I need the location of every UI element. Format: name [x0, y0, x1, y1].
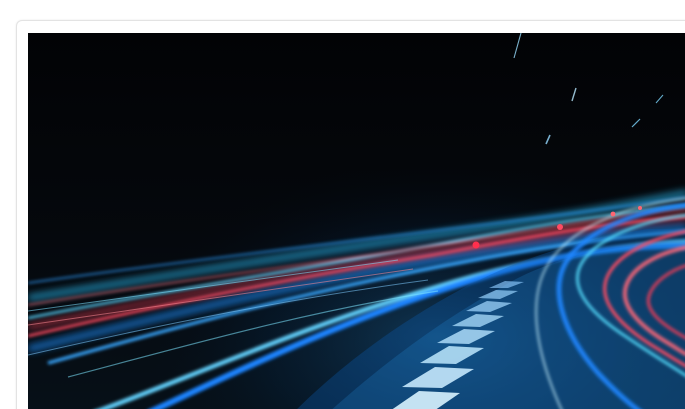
- image-card: [16, 20, 685, 409]
- light-trail-image: [28, 33, 685, 409]
- light-trail-illustration: [28, 33, 685, 409]
- page: [0, 0, 685, 409]
